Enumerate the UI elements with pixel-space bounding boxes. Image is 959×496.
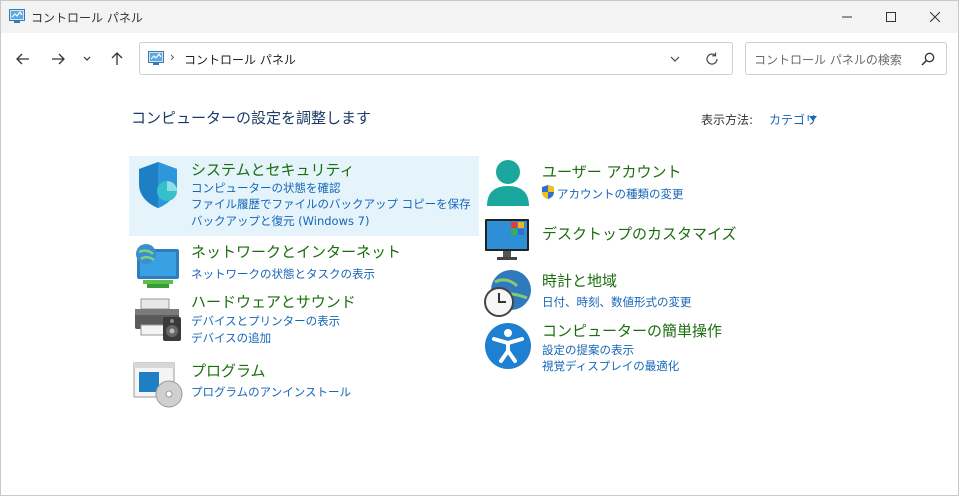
control-panel-icon [148, 51, 164, 65]
search-input[interactable]: コントロール パネルの検索 [754, 51, 902, 68]
close-icon [930, 12, 940, 22]
page-heading: コンピューターの設定を調整します [131, 109, 372, 127]
close-button[interactable] [913, 1, 957, 33]
arrow-left-icon [16, 53, 29, 65]
category-link[interactable]: プログラムのアンインストール [191, 384, 351, 400]
category-link[interactable]: ネットワークの状態とタスクの表示 [191, 266, 375, 282]
category-title[interactable]: ユーザー アカウント [542, 161, 681, 182]
category-title[interactable]: デスクトップのカスタマイズ [542, 223, 737, 244]
recent-locations-button[interactable] [78, 47, 96, 71]
arrow-right-icon [52, 53, 65, 65]
programs-icon [133, 362, 183, 408]
control-panel-window: コントロール パネル › コントロール パネル コントロール パネルの検索 コン… [0, 0, 959, 496]
category-link[interactable]: ファイル履歴でファイルのバックアップ コピーを保存 [191, 196, 471, 212]
category-title[interactable]: システムとセキュリティ [191, 159, 355, 180]
monitor-icon [485, 219, 529, 260]
view-by-label: 表示方法: [701, 113, 754, 127]
up-button[interactable] [105, 47, 129, 71]
search-box[interactable]: コントロール パネルの検索 [745, 42, 947, 75]
address-bar[interactable]: › コントロール パネル [139, 42, 733, 75]
uac-shield-icon [542, 185, 554, 199]
category-link[interactable]: デバイスとプリンターの表示 [191, 313, 340, 329]
category-title[interactable]: ハードウェアとサウンド [191, 291, 356, 312]
title-bar: コントロール パネル [1, 1, 958, 33]
category-appearance[interactable]: デスクトップのカスタマイズ [481, 213, 821, 263]
caret-down-icon[interactable] [809, 116, 817, 121]
category-hardware-sound[interactable]: ハードウェアとサウンド デバイスとプリンターの表示 デバイスの追加 [129, 289, 479, 349]
category-user-accounts[interactable]: ユーザー アカウント アカウントの種類の変更 [481, 156, 821, 208]
shield-icon [139, 162, 177, 208]
back-button[interactable] [11, 47, 35, 71]
clock-globe-icon [484, 270, 531, 317]
category-link[interactable]: コンピューターの状態を確認 [191, 180, 341, 196]
category-title[interactable]: プログラム [191, 360, 266, 381]
forward-button[interactable] [46, 47, 70, 71]
category-ease-of-access[interactable]: コンピューターの簡単操作 設定の提案の表示 視覚ディスプレイの最適化 [481, 318, 821, 378]
network-globe-icon [136, 244, 179, 288]
search-icon[interactable] [920, 51, 936, 67]
window-title: コントロール パネル [31, 11, 143, 25]
breadcrumb-separator[interactable]: › [170, 50, 175, 64]
category-link[interactable]: バックアップと復元 (Windows 7) [191, 213, 369, 229]
control-panel-icon [9, 9, 25, 23]
arrow-up-icon [111, 52, 123, 65]
maximize-button[interactable] [869, 1, 913, 33]
accessibility-icon [485, 323, 531, 369]
refresh-icon[interactable] [704, 51, 720, 67]
user-icon [487, 160, 529, 206]
category-programs[interactable]: プログラム プログラムのアンインストール [129, 356, 479, 408]
chevron-down-icon[interactable] [668, 52, 682, 66]
category-system-security[interactable]: システムとセキュリティ コンピューターの状態を確認 ファイル履歴でファイルのバッ… [129, 156, 479, 236]
navigation-bar: › コントロール パネル コントロール パネルの検索 [1, 33, 958, 87]
minimize-button[interactable] [825, 1, 869, 33]
category-network-internet[interactable]: ネットワークとインターネット ネットワークの状態とタスクの表示 [129, 239, 479, 288]
breadcrumb-control-panel[interactable]: コントロール パネル [184, 51, 296, 68]
category-title[interactable]: ネットワークとインターネット [191, 241, 401, 262]
category-title[interactable]: 時計と地域 [542, 270, 617, 291]
category-link[interactable]: 視覚ディスプレイの最適化 [542, 358, 679, 374]
category-link[interactable]: 設定の提案の表示 [542, 342, 634, 358]
minimize-icon [842, 16, 852, 18]
maximize-icon [886, 12, 896, 22]
category-title[interactable]: コンピューターの簡単操作 [542, 320, 722, 341]
category-clock-region[interactable]: 時計と地域 日付、時刻、数値形式の変更 [481, 267, 821, 319]
printer-speaker-icon [135, 298, 181, 341]
category-link[interactable]: デバイスの追加 [191, 330, 271, 346]
category-link[interactable]: 日付、時刻、数値形式の変更 [542, 294, 692, 310]
category-link[interactable]: アカウントの種類の変更 [557, 186, 684, 202]
chevron-down-icon [83, 56, 91, 61]
